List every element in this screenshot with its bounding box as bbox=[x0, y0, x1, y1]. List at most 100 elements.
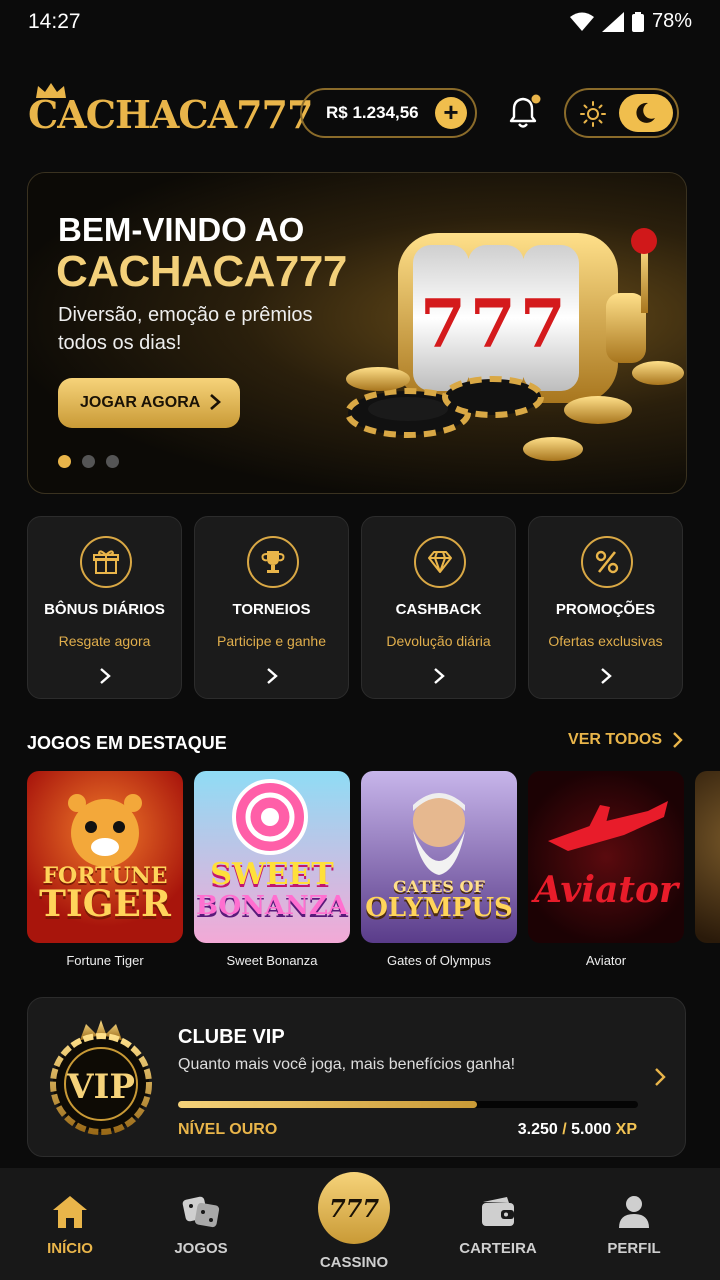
daily-bonus-card[interactable]: BÔNUS DIÁRIOS Resgate agora bbox=[27, 516, 182, 699]
carousel-dot[interactable] bbox=[106, 455, 119, 468]
game-thumbnail[interactable]: GATES OF OLYMPUS bbox=[361, 771, 517, 943]
vip-progress-fill bbox=[178, 1101, 477, 1108]
nav-label: INÍCIO bbox=[47, 1240, 93, 1257]
moon-icon bbox=[636, 102, 655, 123]
game-art-line2: Aviator bbox=[534, 869, 678, 911]
chevron-right-icon bbox=[655, 1068, 666, 1086]
game-name: Aviator bbox=[585, 953, 627, 968]
chevron-right-icon bbox=[434, 668, 445, 684]
user-icon bbox=[574, 1192, 694, 1232]
app-header: CACHACA777 R$ 1.234,56 + bbox=[0, 80, 720, 144]
card-title: CASHBACK bbox=[395, 601, 482, 618]
game-card-sweet-bonanza[interactable]: SWEET BONANZA Sweet Bonanza bbox=[194, 771, 350, 968]
percent-icon bbox=[581, 536, 633, 588]
game-thumbnail[interactable]: Aviator bbox=[528, 771, 684, 943]
carousel-dots bbox=[58, 455, 119, 468]
nav-wallet[interactable]: CARTEIRA bbox=[438, 1192, 558, 1257]
game-art-line1: SWEET bbox=[210, 857, 334, 892]
feature-cards: BÔNUS DIÁRIOS Resgate agora TORNEIOS Par… bbox=[27, 516, 683, 699]
status-bar: 14:27 78% bbox=[0, 0, 720, 44]
banner-text: Diversão, emoção e prêmios todos os dias… bbox=[58, 304, 313, 354]
dice-icon bbox=[141, 1192, 261, 1232]
carousel-dot[interactable] bbox=[58, 455, 71, 468]
battery-percent: 78% bbox=[651, 10, 692, 32]
chevron-right-icon bbox=[100, 668, 111, 684]
game-name: Gates of Olympus bbox=[386, 953, 492, 968]
featured-games-title: JOGOS EM DESTAQUE bbox=[27, 733, 227, 753]
vip-description: Quanto mais você joga, mais benefícios g… bbox=[178, 1056, 516, 1073]
promotions-card[interactable]: PROMOÇÕES Ofertas exclusivas bbox=[528, 516, 683, 699]
game-art-line2: OLYMPUS bbox=[365, 893, 513, 923]
vip-xp: 3.250 / 5.000 XP bbox=[518, 1121, 637, 1139]
xp-unit: XP bbox=[615, 1121, 637, 1138]
see-all-link[interactable]: VER TODOS bbox=[568, 731, 684, 749]
nav-profile[interactable]: PERFIL bbox=[574, 1192, 694, 1257]
nav-home[interactable]: INÍCIO bbox=[10, 1192, 130, 1257]
xp-total: 5.000 bbox=[571, 1121, 612, 1138]
nav-games[interactable]: JOGOS bbox=[141, 1192, 261, 1257]
sun-icon bbox=[580, 101, 606, 127]
trophy-icon bbox=[247, 536, 299, 588]
play-now-label: JOGAR AGORA bbox=[80, 394, 201, 411]
chevron-right-icon bbox=[601, 668, 612, 684]
xp-current: 3.250 bbox=[517, 1121, 558, 1138]
banner-line1: BEM-VINDO AO bbox=[58, 211, 305, 248]
game-name: Fortune Tiger bbox=[66, 953, 144, 968]
nav-label: CARTEIRA bbox=[459, 1240, 537, 1257]
card-title: TORNEIOS bbox=[232, 601, 311, 618]
carousel-dot[interactable] bbox=[82, 455, 95, 468]
nav-label: PERFIL bbox=[607, 1240, 661, 1257]
game-card-gates-of-olympus[interactable]: GATES OF OLYMPUS Gates of Olympus bbox=[361, 771, 517, 968]
see-all-label: VER TODOS bbox=[568, 731, 662, 748]
chevron-right-icon bbox=[673, 732, 683, 748]
game-thumbnail[interactable]: FORTUNE TIGER bbox=[27, 771, 183, 943]
airplane-art bbox=[548, 801, 668, 851]
tournaments-card[interactable]: TORNEIOS Participe e ganhe bbox=[194, 516, 349, 699]
nav-label: JOGOS bbox=[174, 1240, 228, 1257]
wallet-icon bbox=[438, 1192, 558, 1232]
cashback-card[interactable]: CASHBACK Devolução diária bbox=[361, 516, 516, 699]
play-now-button[interactable]: JOGAR AGORA bbox=[58, 378, 240, 428]
bell-icon bbox=[509, 94, 541, 128]
logo-text: CACHACA777 bbox=[28, 92, 313, 137]
card-title: BÔNUS DIÁRIOS bbox=[44, 601, 165, 618]
game-art-line2: TIGER bbox=[39, 883, 171, 925]
game-art-line2: BONANZA bbox=[196, 891, 348, 921]
diamond-icon bbox=[414, 536, 466, 588]
vip-progress-bar bbox=[178, 1101, 638, 1108]
balance-amount: R$ 1.234,56 bbox=[326, 103, 419, 122]
game-card-aviator[interactable]: Aviator Aviator bbox=[528, 771, 684, 968]
game-thumbnail[interactable]: SWEET BONANZA bbox=[194, 771, 350, 943]
vip-title: CLUBE VIP bbox=[178, 1026, 285, 1048]
notifications-button[interactable] bbox=[503, 92, 543, 132]
slot-machine-illustration: 777 bbox=[345, 228, 684, 461]
signal-icon bbox=[601, 11, 624, 32]
vip-club-card[interactable]: VIP CLUBE VIP Quanto mais você joga, mai… bbox=[27, 997, 686, 1157]
home-icon bbox=[10, 1192, 130, 1232]
featured-games-carousel[interactable]: FORTUNE TIGER Fortune Tiger SWEET BONANZ… bbox=[27, 771, 720, 971]
theme-toggle[interactable] bbox=[564, 88, 679, 138]
dark-mode-option[interactable] bbox=[619, 94, 673, 132]
game-card-partial[interactable] bbox=[695, 771, 720, 943]
status-time: 14:27 bbox=[28, 10, 81, 33]
balance-pill[interactable]: R$ 1.234,56 + bbox=[300, 88, 477, 138]
bottom-navigation: INÍCIO JOGOS CASSINO 777 CARTEIRA PERFIL bbox=[0, 1168, 720, 1280]
slot-reels-label: 777 bbox=[420, 285, 570, 363]
chevron-right-icon bbox=[210, 394, 221, 410]
casino-777-button[interactable]: 777 bbox=[318, 1172, 390, 1244]
battery-icon bbox=[631, 11, 644, 32]
card-subtitle: Resgate agora bbox=[58, 633, 151, 649]
vip-badge-icon: VIP bbox=[50, 1020, 152, 1135]
xp-separator: / bbox=[562, 1121, 567, 1138]
game-thumbnail[interactable] bbox=[695, 771, 720, 943]
vip-badge-text: VIP bbox=[66, 1067, 135, 1107]
add-funds-button[interactable]: + bbox=[435, 97, 467, 129]
app-logo[interactable]: CACHACA777 bbox=[28, 82, 313, 138]
wifi-icon bbox=[569, 12, 594, 31]
game-card-fortune-tiger[interactable]: FORTUNE TIGER Fortune Tiger bbox=[27, 771, 183, 968]
card-subtitle: Devolução diária bbox=[386, 633, 491, 649]
nav-label: CASSINO bbox=[319, 1254, 389, 1271]
welcome-banner[interactable]: BEM-VINDO AO CACHACA777 Diversão, emoção… bbox=[27, 172, 687, 494]
game-name: Sweet Bonanza bbox=[226, 953, 318, 968]
status-icons: 78% bbox=[569, 10, 692, 33]
